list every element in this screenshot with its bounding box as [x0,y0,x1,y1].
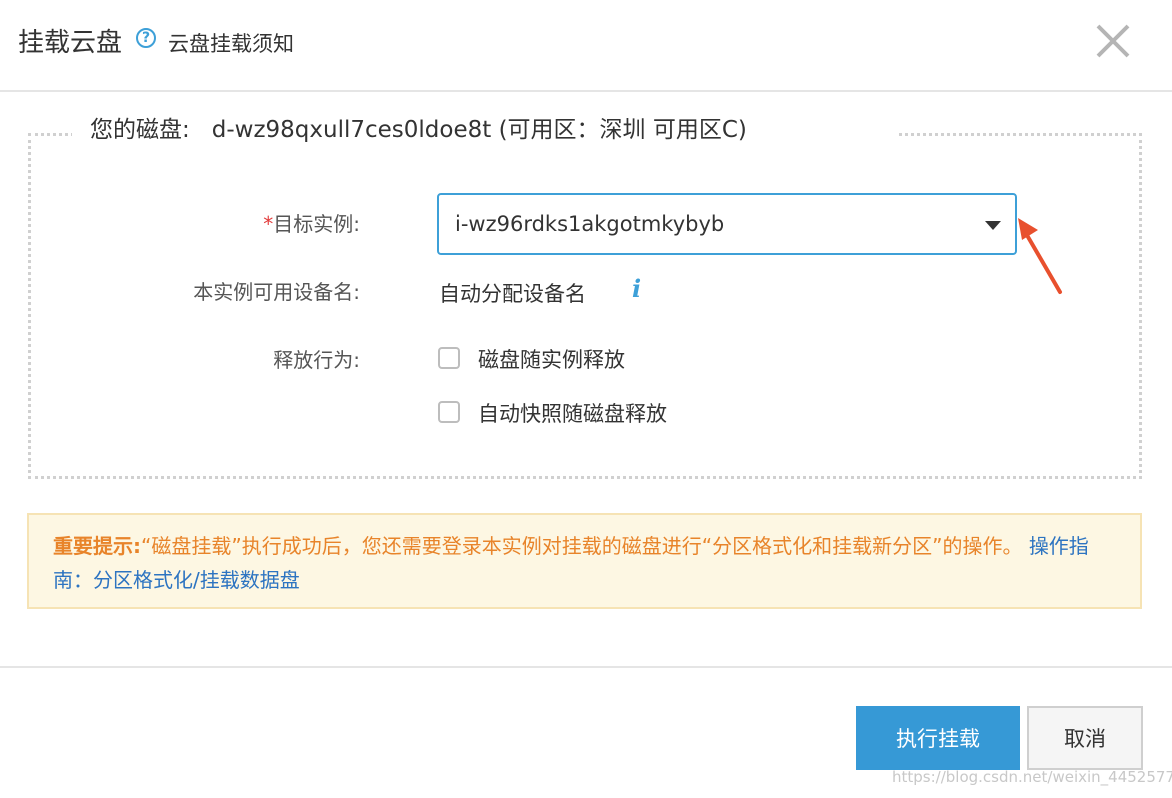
disk-value: d-wz98qxull7ces0ldoe8t (可用区：深圳 可用区C) [211,117,747,143]
release-snapshot-label[interactable]: 自动快照随磁盘释放 [478,398,667,428]
device-name-label: 本实例可用设备名: [193,280,360,304]
info-icon[interactable]: i [632,274,641,303]
required-mark: * [263,212,274,236]
dialog-title: 挂载云盘 [18,28,123,58]
device-name-value: 自动分配设备名 [439,282,586,306]
target-instance-label: *目标实例: [100,208,360,237]
important-notice: 重要提示:“磁盘挂载”执行成功后，您还需要登录本实例对挂载的磁盘进行“分区格式化… [27,513,1142,609]
target-instance-select[interactable]: i-wz96rdks1akgotmkybyb [437,193,1017,255]
release-with-instance-label[interactable]: 磁盘随实例释放 [478,344,625,374]
release-behavior-label: 释放行为: [273,348,360,372]
dialog-header: 挂载云盘 ? 云盘挂载须知 [0,0,1172,92]
mount-button[interactable]: 执行挂载 [856,706,1020,770]
footer-divider [0,666,1172,668]
notice-prefix: 重要提示: [53,534,141,558]
annotation-arrow-icon [1018,218,1062,294]
target-instance-value: i-wz96rdks1akgotmkybyb [455,212,725,236]
release-with-instance-checkbox[interactable] [438,347,460,369]
cancel-button[interactable]: 取消 [1027,706,1143,770]
notice-text: “磁盘挂载”执行成功后，您还需要登录本实例对挂载的磁盘进行“分区格式化和挂载新分… [141,534,1023,558]
disk-label: 您的磁盘: [90,117,190,143]
disk-info: 您的磁盘: d-wz98qxull7ces0ldoe8t (可用区：深圳 可用区C… [72,110,898,150]
caret-down-icon [985,221,1001,230]
help-link[interactable]: 云盘挂载须知 [168,28,294,58]
target-instance-label-text: 目标实例: [273,212,360,236]
help-circle-icon[interactable]: ? [136,28,156,48]
release-snapshot-checkbox[interactable] [438,401,460,423]
close-icon[interactable] [1094,22,1132,60]
watermark: https://blog.csdn.net/weixin_44525772 [892,768,1172,786]
